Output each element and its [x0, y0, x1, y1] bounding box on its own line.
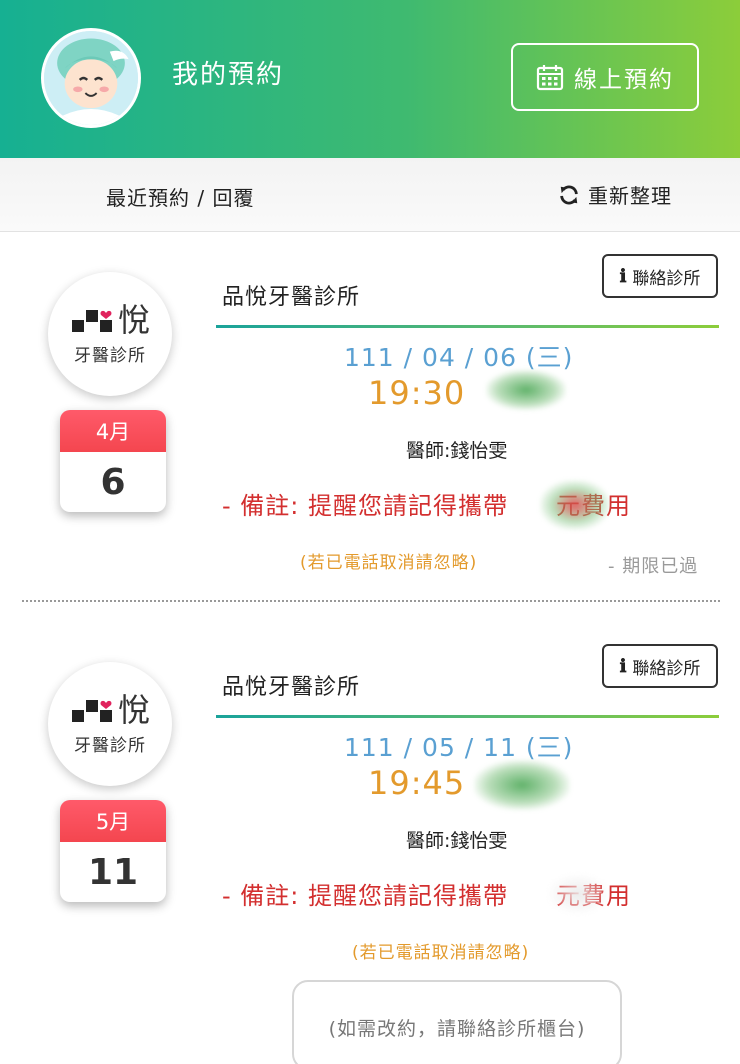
logo-subtitle: 牙醫診所 [74, 735, 146, 756]
cancel-hint: (若已電話取消請忽略) [352, 943, 530, 963]
heart-icon [100, 310, 112, 319]
clinic-logo-mark [71, 309, 112, 332]
card-divider [216, 325, 719, 328]
card-divider [216, 715, 719, 718]
calendar-day: 6 [100, 461, 126, 503]
recent-appointments-label: 最近預約 / 回覆 [106, 186, 255, 210]
redacted-blur [548, 874, 608, 914]
calendar-icon [536, 65, 564, 91]
appointment-date: 111 / 05 / 11 (三) [344, 733, 574, 762]
appointment-time: 19:30 [368, 374, 466, 412]
section-bar: 最近預約 / 回覆 重新整理 [0, 158, 740, 232]
calendar-month: 5月 [60, 800, 166, 842]
cancel-hint: (若已電話取消請忽略) [300, 553, 478, 573]
contact-clinic-label: 聯絡診所 [632, 658, 701, 679]
status-badge: - 期限已過 [608, 556, 699, 577]
clinic-logo: 悅 牙醫診所 [48, 662, 172, 786]
info-icon: ℹ [619, 265, 627, 287]
calendar-day: 11 [87, 851, 139, 893]
appointment-time: 19:45 [368, 764, 466, 802]
doctor-name: 醫師:錢怡雯 [406, 830, 508, 852]
refresh-button[interactable]: 重新整理 [558, 180, 672, 209]
doctor-name: 醫師:錢怡雯 [406, 440, 508, 462]
appointment-separator [22, 600, 720, 602]
note-text: - 備註: 提醒您請記得攜帶 [222, 882, 509, 910]
redacted-blur [486, 370, 566, 410]
logo-subtitle: 牙醫診所 [74, 345, 146, 366]
logo-character: 悅 [117, 300, 150, 339]
contact-clinic-button[interactable]: ℹ 聯絡診所 [602, 644, 718, 688]
heart-icon [100, 700, 112, 709]
contact-clinic-button[interactable]: ℹ 聯絡診所 [602, 254, 718, 298]
calendar-month: 4月 [60, 410, 166, 452]
mascot-avatar-icon [44, 31, 138, 125]
reschedule-hint: (如需改約，請聯絡診所櫃台) [328, 1018, 586, 1040]
clinic-logo: 悅 牙醫診所 [48, 272, 172, 396]
clinic-name: 品悅牙醫診所 [222, 285, 361, 310]
appointment-card: 悅 牙醫診所 5月 11 品悅牙醫診所 ℹ 聯絡診所 111 / 05 / 11… [0, 622, 740, 1002]
note-text: - 備註: 提醒您請記得攜帶 [222, 492, 509, 520]
redacted-blur [540, 480, 610, 530]
clinic-name: 品悅牙醫診所 [222, 675, 361, 700]
refresh-label: 重新整理 [588, 184, 672, 208]
avatar[interactable] [41, 28, 141, 128]
refresh-icon [560, 185, 578, 204]
logo-character: 悅 [117, 690, 150, 729]
contact-clinic-label: 聯絡診所 [632, 268, 701, 289]
appointment-card: 悅 牙醫診所 4月 6 品悅牙醫診所 ℹ 聯絡診所 111 / 04 / 06 … [0, 232, 740, 612]
info-icon: ℹ [619, 655, 627, 677]
reschedule-hint-box: (如需改約，請聯絡診所櫃台) [292, 980, 622, 1064]
redacted-blur [474, 760, 570, 810]
date-calendar-badge: 5月 11 [60, 800, 166, 902]
online-booking-button[interactable]: 線上預約 [511, 43, 699, 111]
date-calendar-badge: 4月 6 [60, 410, 166, 512]
app-header: 我的預約 線上預約 [0, 0, 740, 158]
clinic-logo-mark [71, 699, 112, 722]
online-booking-label: 線上預約 [574, 67, 674, 93]
page-title: 我的預約 [172, 60, 285, 90]
appointment-date: 111 / 04 / 06 (三) [344, 343, 574, 372]
